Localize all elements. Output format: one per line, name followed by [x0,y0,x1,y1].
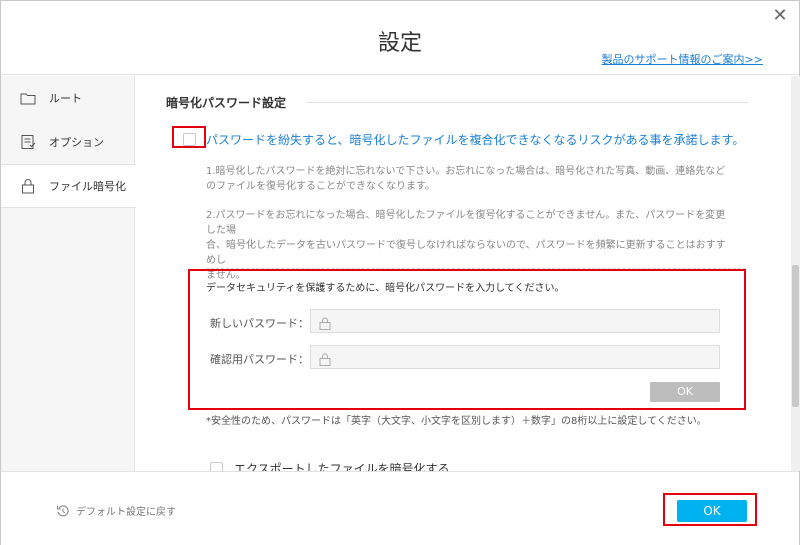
new-password-label: 新しいパスワード： [210,317,309,330]
export-encrypt-checkbox[interactable] [210,462,223,471]
note-2-line: 合、暗号化したデータを古いパスワードで復号しなければならないので、パスワードを頻… [206,240,726,266]
sidebar-item-label: オプション [49,136,104,149]
sidebar-item-label: ルート [49,92,82,105]
password-panel: データセキュリティを保護するために、暗号化パスワードを入力してください。 新しい… [188,269,746,407]
lock-icon [319,351,331,370]
options-icon [19,134,37,150]
note-2-line: 2.パスワードをお忘れになった場合、暗号化したファイルを復号化することができませ… [206,210,726,236]
note-1-line: のファイルを復号化することができなくなります。 [206,181,435,192]
lock-icon [19,178,37,194]
note-1-line: 1.暗号化したパスワードを絶対に忘れないで下さい。お忘れになった場合は、暗号化さ… [206,166,726,177]
folder-icon [19,90,37,106]
new-password-field[interactable] [310,309,720,333]
sidebar-item-root[interactable]: ルート [1,76,135,120]
reset-defaults-button[interactable]: デフォルト設定に戻す [56,503,176,518]
password-hint: *安全性のため、パスワードは「英字（大文字、小文字を区別します）＋数字」の8桁以… [206,416,707,427]
dialog-footer: デフォルト設定に戻す OK [1,471,799,545]
close-icon[interactable]: ✕ [769,5,791,27]
sidebar-item-file-encryption[interactable]: ファイル暗号化 [1,164,136,208]
sidebar-item-options[interactable]: オプション [1,120,135,164]
consent-text[interactable]: パスワードを紛失すると、暗号化したファイルを複合化できなくなるリスクがある事を承… [206,131,744,148]
reset-defaults-label: デフォルト設定に戻す [76,507,176,518]
sidebar: ルート オプション ファイル暗号化 [1,76,136,471]
consent-checkbox[interactable] [183,133,196,146]
settings-dialog: 設定 ✕ 製品のサポート情報のご案内>> ルート オプション ファイル暗号化 暗… [0,0,800,545]
note-1: 1.暗号化したパスワードを絶対に忘れないで下さい。お忘れになった場合は、暗号化さ… [206,164,726,194]
sidebar-item-label: ファイル暗号化 [49,180,126,193]
confirm-password-label: 確認用パスワード： [210,353,309,366]
dialog-header: 設定 ✕ 製品のサポート情報のご案内>> [1,1,799,75]
reset-icon [56,504,70,518]
export-encrypt-label[interactable]: エクスポートしたファイルを暗号化する [234,460,450,471]
password-prompt: データセキュリティを保護するために、暗号化パスワードを入力してください。 [206,283,565,294]
support-link[interactable]: 製品のサポート情報のご案内>> [602,51,763,67]
lock-icon [319,315,331,334]
ok-button[interactable]: OK [677,500,747,522]
main-content: 暗号化パスワード設定 パスワードを紛失すると、暗号化したファイルを複合化できなく… [136,76,791,471]
password-ok-button[interactable]: OK [650,382,720,402]
scrollbar-thumb[interactable] [792,265,799,407]
section-title: 暗号化パスワード設定 [166,96,287,110]
section-divider [306,102,748,103]
confirm-password-field[interactable] [310,345,720,369]
